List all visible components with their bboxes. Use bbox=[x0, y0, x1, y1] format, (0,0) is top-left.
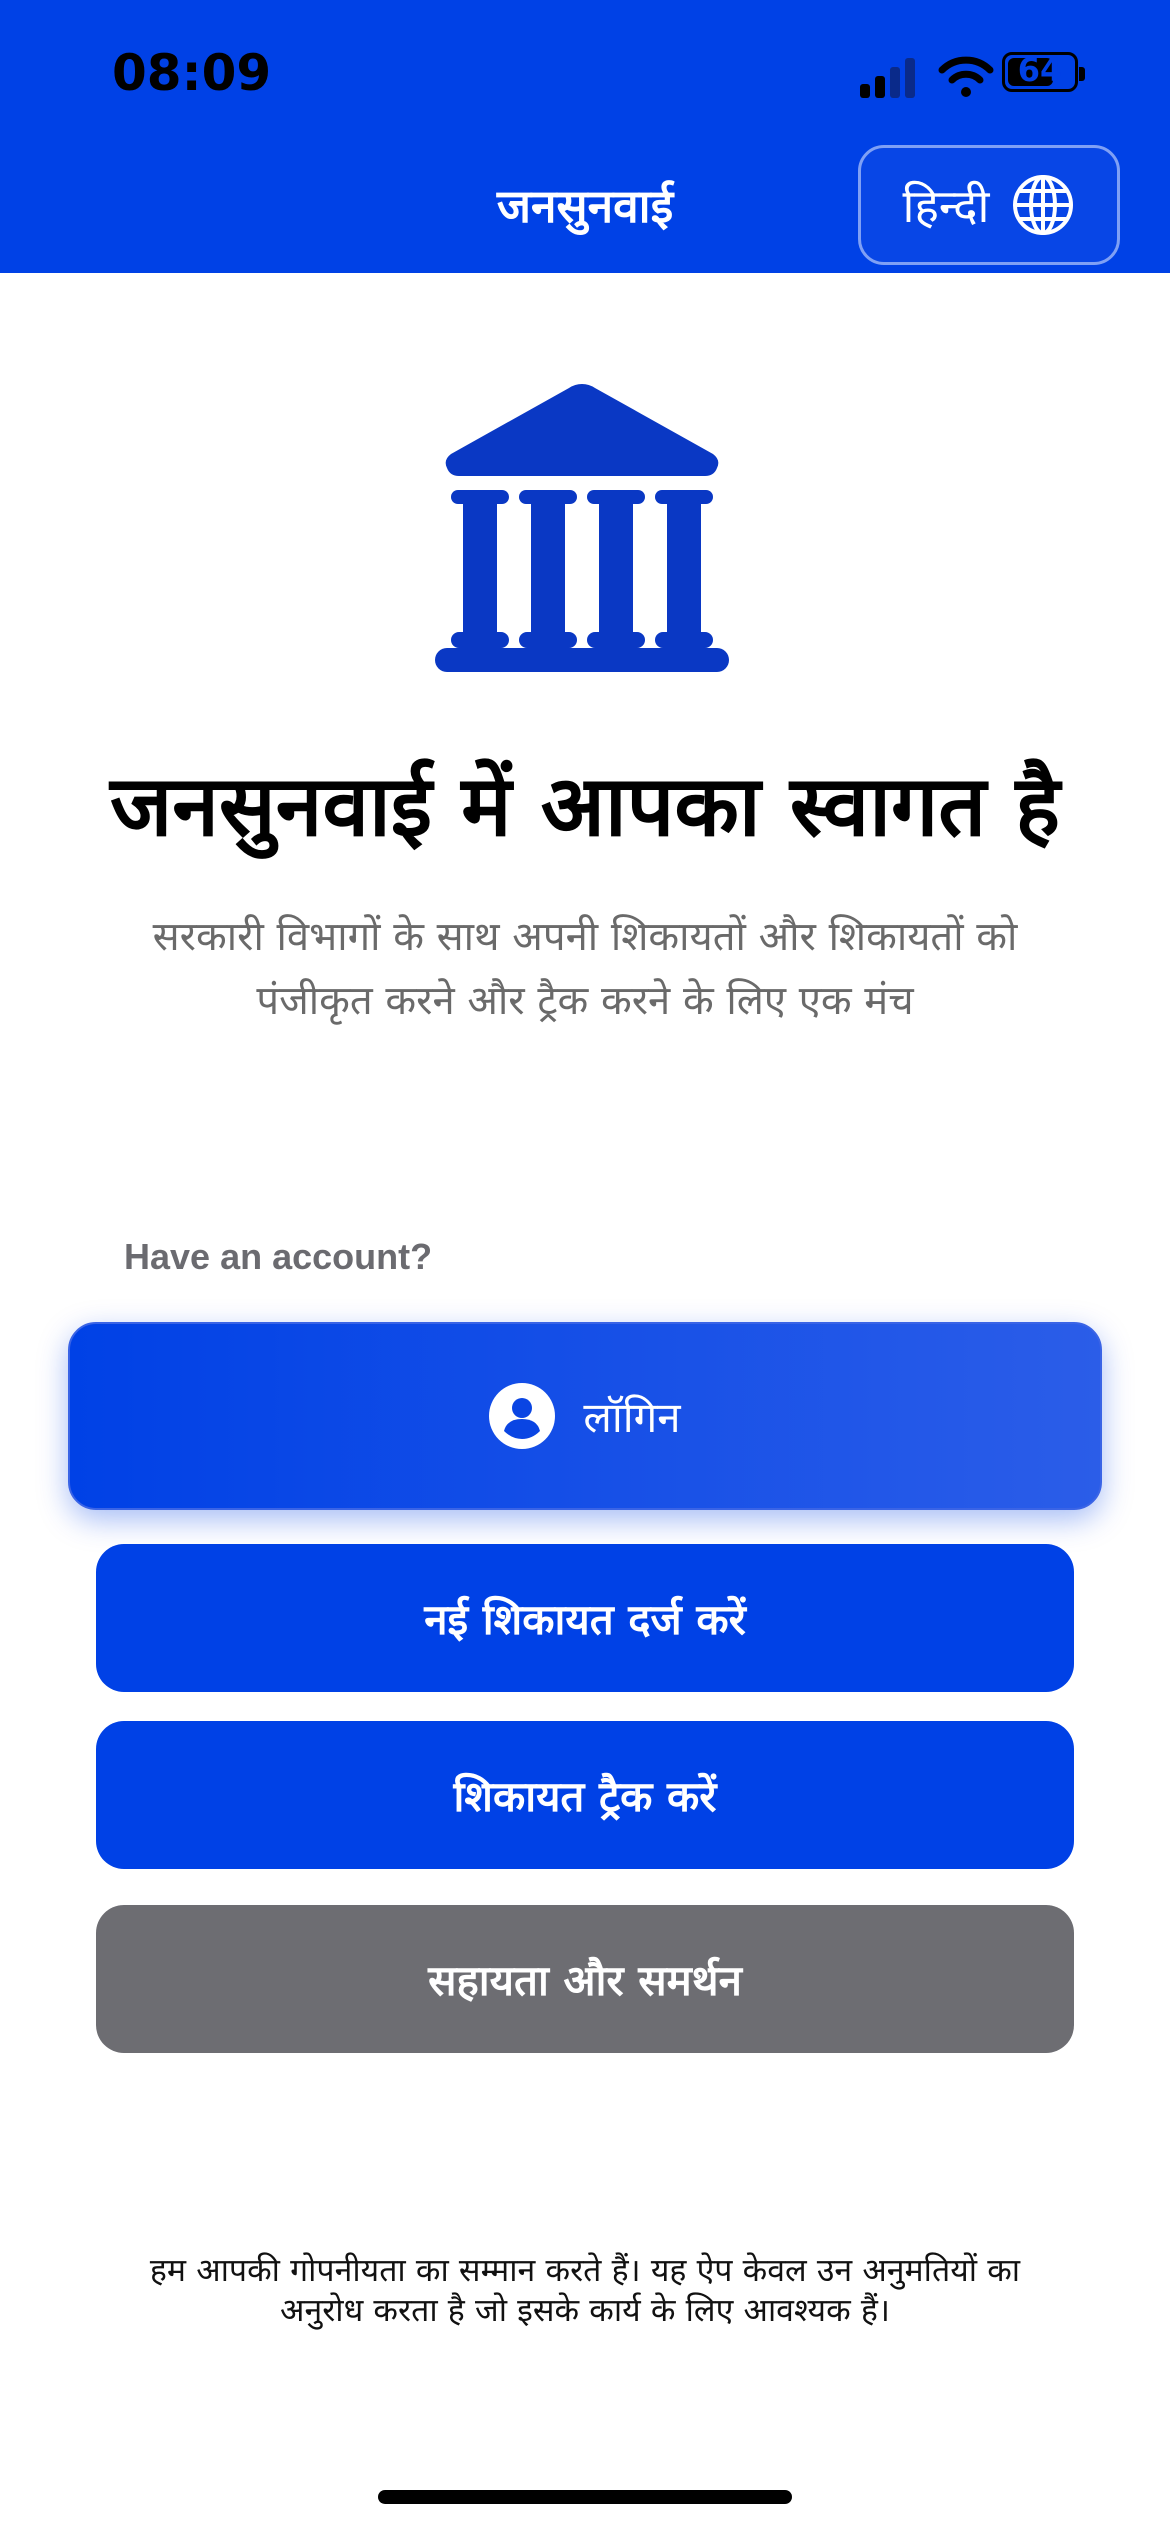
app-header: 08:09 64 जनसुनवाई हिन्दी bbox=[0, 0, 1170, 273]
track-complaint-button[interactable]: शिकायत ट्रैक करें bbox=[96, 1721, 1074, 1869]
track-complaint-label: शिकायत ट्रैक करें bbox=[453, 1771, 717, 1821]
login-label: लॉगिन bbox=[583, 1392, 681, 1442]
login-button[interactable]: लॉगिन bbox=[68, 1322, 1102, 1510]
help-support-label: सहायता और समर्थन bbox=[428, 1955, 742, 2005]
help-support-button[interactable]: सहायता और समर्थन bbox=[96, 1905, 1074, 2053]
user-circle-icon bbox=[489, 1383, 556, 1449]
battery-icon: 64 bbox=[1002, 51, 1085, 92]
language-selector-button[interactable]: हिन्दी bbox=[858, 145, 1120, 265]
cellular-signal-icon bbox=[860, 58, 915, 98]
status-time: 08:09 bbox=[112, 44, 272, 102]
welcome-subtitle: सरकारी विभागों के साथ अपनी शिकायतों और श… bbox=[152, 914, 1018, 1024]
bank-building-icon bbox=[435, 384, 729, 672]
new-complaint-label: नई शिकायत दर्ज करें bbox=[424, 1594, 746, 1644]
welcome-title: जनसुनवाई में आपका स्वागत है bbox=[109, 756, 1060, 855]
language-label: हिन्दी bbox=[902, 179, 990, 233]
privacy-note: हम आपकी गोपनीयता का सम्मान करते हैं। यह … bbox=[149, 2251, 1021, 2329]
home-indicator[interactable] bbox=[378, 2490, 792, 2504]
wifi-icon bbox=[938, 56, 994, 97]
account-prompt: Have an account? bbox=[124, 1236, 433, 1277]
globe-icon bbox=[1013, 175, 1074, 235]
new-complaint-button[interactable]: नई शिकायत दर्ज करें bbox=[96, 1544, 1074, 1692]
battery-level: 64 bbox=[1017, 51, 1063, 89]
